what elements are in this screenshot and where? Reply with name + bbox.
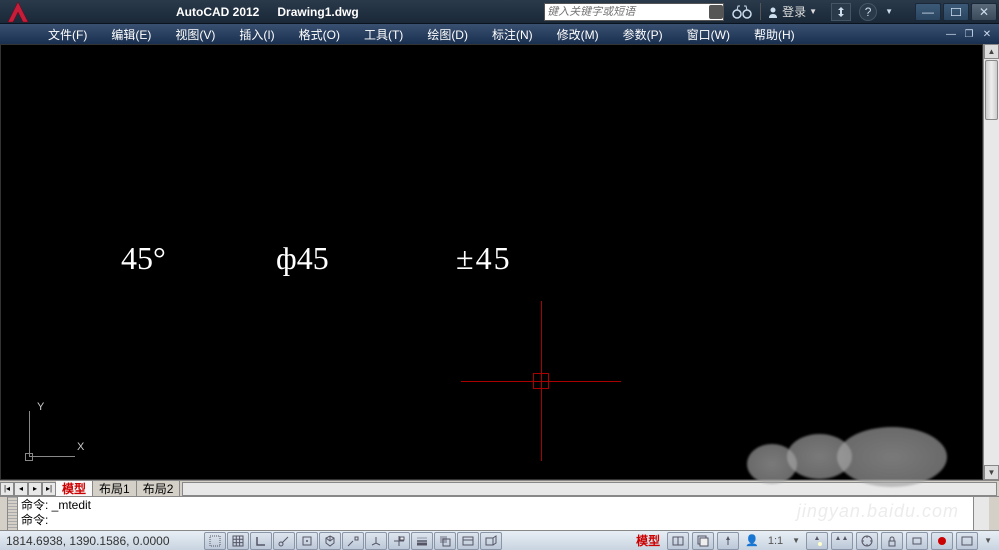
tab-model[interactable]: 模型 (56, 481, 93, 496)
ucs-y-axis (29, 411, 30, 457)
text-diameter[interactable]: ф45 (276, 240, 329, 277)
scroll-up-button[interactable]: ▲ (984, 44, 999, 59)
scroll-thumb[interactable] (985, 60, 998, 120)
grid-button[interactable] (227, 532, 249, 550)
ucs-origin (25, 453, 33, 461)
layout-tabs: |◂ ◂ ▸ ▸| 模型 布局1 布局2 (0, 480, 999, 496)
osnap-button[interactable] (296, 532, 318, 550)
watermark-blob (837, 427, 947, 487)
search-icon[interactable] (709, 5, 723, 19)
ducs-button[interactable] (365, 532, 387, 550)
login-button[interactable]: 登录 ▼ (760, 3, 823, 20)
person-icon (767, 6, 779, 18)
close-button[interactable]: ✕ (971, 3, 997, 21)
doc-minimize-button[interactable]: — (943, 27, 959, 41)
ucs-y-label: Y (37, 401, 44, 413)
command-area: 命令: _mtedit 命令: jingyan.baidu.com (0, 496, 999, 530)
vertical-scrollbar[interactable]: ▲ ▼ (983, 44, 999, 480)
toolbar-lock-button[interactable] (881, 532, 903, 550)
tab-next-button[interactable]: ▸ (28, 482, 42, 496)
tab-prev-button[interactable]: ◂ (14, 482, 28, 496)
menu-insert[interactable]: 插入(I) (227, 26, 286, 43)
command-handle[interactable] (0, 497, 8, 530)
dyn-button[interactable] (388, 532, 410, 550)
sc-button[interactable] (480, 532, 502, 550)
command-scrollbar[interactable] (973, 497, 989, 530)
search-input[interactable] (545, 6, 709, 18)
menu-draw[interactable]: 绘图(D) (415, 26, 480, 43)
osnap3d-button[interactable] (319, 532, 341, 550)
annotation-autoscale-button[interactable] (831, 532, 853, 550)
menu-dim[interactable]: 标注(N) (480, 26, 545, 43)
quickview-layouts-button[interactable] (667, 532, 689, 550)
document-name: Drawing1.dwg (277, 5, 358, 19)
annotation-person-icon[interactable]: 👤 (742, 534, 762, 547)
app-title: AutoCAD 2012 (176, 5, 259, 19)
crosshair-h (461, 381, 621, 382)
hardware-accel-button[interactable] (906, 532, 928, 550)
text-plusminus[interactable]: ±45 (456, 240, 512, 277)
menu-edit[interactable]: 编辑(E) (99, 26, 163, 43)
clean-screen-button[interactable] (956, 532, 978, 550)
maximize-button[interactable] (943, 3, 969, 21)
command-marker[interactable] (989, 497, 999, 530)
isolate-button[interactable] (931, 532, 953, 550)
doc-close-button[interactable]: ✕ (979, 27, 995, 41)
ucs-x-label: X (77, 441, 84, 453)
login-dropdown-icon: ▼ (809, 7, 817, 16)
canvas-area: 45° ф45 ±45 Y X ▲ ▼ (0, 44, 999, 480)
quickview-drawings-button[interactable] (692, 532, 714, 550)
app-logo (4, 0, 32, 26)
ucs-x-axis (29, 456, 75, 457)
menu-tools[interactable]: 工具(T) (352, 26, 415, 43)
login-label: 登录 (782, 3, 806, 20)
lineweight-button[interactable] (411, 532, 433, 550)
tab-layout2[interactable]: 布局2 (137, 481, 181, 496)
annotation-visibility-button[interactable] (806, 532, 828, 550)
text-angle[interactable]: 45° (121, 240, 166, 277)
watermark-blob (787, 434, 852, 479)
watermark-text: jingyan.baidu.com (797, 501, 959, 522)
otrack-button[interactable] (342, 532, 364, 550)
menu-bar: 文件(F) 编辑(E) 视图(V) 插入(I) 格式(O) 工具(T) 绘图(D… (0, 24, 999, 44)
snap-button[interactable] (204, 532, 226, 550)
menu-help[interactable]: 帮助(H) (742, 26, 807, 43)
exchange-button[interactable] (831, 3, 851, 21)
tab-last-button[interactable]: ▸| (42, 482, 56, 496)
status-toggle-group (204, 532, 502, 550)
command-grip[interactable] (8, 497, 18, 530)
ortho-button[interactable] (250, 532, 272, 550)
annotation-scale-value[interactable]: 1:1 (765, 535, 786, 547)
menu-param[interactable]: 参数(P) (611, 26, 675, 43)
polar-button[interactable] (273, 532, 295, 550)
menu-view[interactable]: 视图(V) (163, 26, 227, 43)
binoculars-icon[interactable] (732, 5, 752, 19)
drawing-canvas[interactable]: 45° ф45 ±45 Y X (0, 44, 983, 480)
doc-restore-button[interactable]: ❐ (961, 27, 977, 41)
watermark-blob (747, 444, 797, 484)
search-box[interactable] (544, 3, 724, 21)
crosshair-v (541, 301, 542, 461)
scroll-down-button[interactable]: ▼ (984, 465, 999, 480)
annotation-scale-button[interactable] (717, 532, 739, 550)
status-menu-icon[interactable]: ▼ (981, 536, 995, 545)
help-dropdown-icon[interactable]: ▼ (885, 7, 893, 16)
tab-first-button[interactable]: |◂ (0, 482, 14, 496)
help-button[interactable]: ? (859, 3, 877, 21)
status-bar: 1814.6938, 1390.1586, 0.0000 模型 👤 1:1 ▼ … (0, 530, 999, 550)
menu-window[interactable]: 窗口(W) (675, 26, 742, 43)
workspace-button[interactable] (856, 532, 878, 550)
menu-modify[interactable]: 修改(M) (545, 26, 611, 43)
transparency-button[interactable] (434, 532, 456, 550)
annotation-dropdown-icon[interactable]: ▼ (789, 536, 803, 545)
minimize-button[interactable]: — (915, 3, 941, 21)
coordinates-display[interactable]: 1814.6938, 1390.1586, 0.0000 (0, 534, 200, 548)
crosshair-box (533, 373, 549, 389)
qp-button[interactable] (457, 532, 479, 550)
menu-file[interactable]: 文件(F) (36, 26, 99, 43)
title-bar: AutoCAD 2012 Drawing1.dwg 登录 ▼ ? ▼ — ✕ (0, 0, 999, 24)
menu-format[interactable]: 格式(O) (287, 26, 352, 43)
tab-layout1[interactable]: 布局1 (93, 481, 137, 496)
model-space-button[interactable]: 模型 (632, 532, 664, 549)
